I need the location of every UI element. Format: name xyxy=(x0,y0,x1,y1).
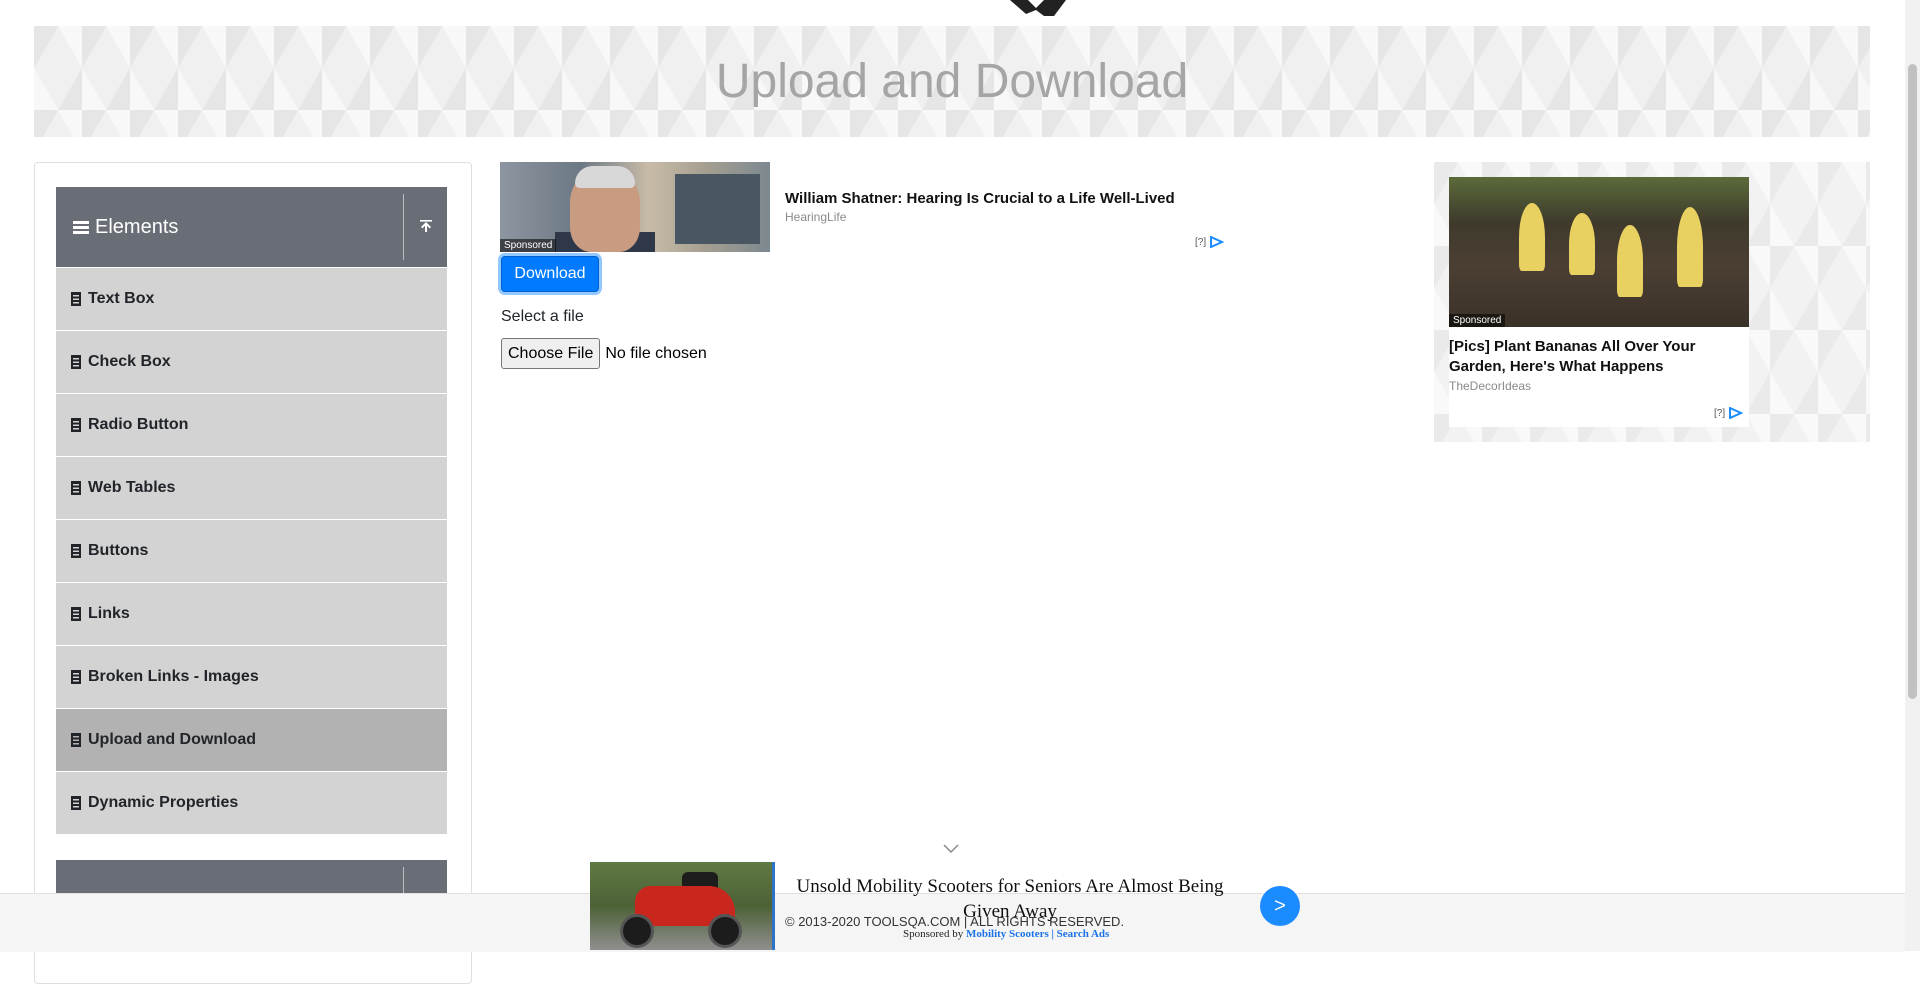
document-icon xyxy=(71,418,81,432)
adchoices-icon xyxy=(1210,236,1225,248)
ad-source[interactable]: HearingLife xyxy=(785,210,846,224)
sponsored-tag: Sponsored xyxy=(1449,314,1506,327)
ad-image[interactable]: Sponsored xyxy=(1449,177,1749,327)
collapse-button[interactable] xyxy=(404,187,447,267)
document-icon xyxy=(71,292,81,306)
ad-image-banana xyxy=(1519,203,1545,271)
sidebar-item-broken-links-images[interactable]: Broken Links - Images xyxy=(56,646,447,709)
sidebar-item-label: Web Tables xyxy=(88,479,176,496)
scrollbar-thumb[interactable] xyxy=(1908,64,1917,699)
document-icon xyxy=(71,544,81,558)
ad-image-banana xyxy=(1617,225,1643,297)
sidebar-item-label: Buttons xyxy=(88,542,149,559)
sidebar-item-label: Radio Button xyxy=(88,416,189,433)
sidebar-item-upload-and-download[interactable]: Upload and Download xyxy=(56,709,447,772)
document-icon xyxy=(71,670,81,684)
document-icon xyxy=(71,796,81,810)
elements-menu: Text Box Check Box Radio Button Web Tabl… xyxy=(56,268,447,835)
ad-image-wheel xyxy=(708,914,742,948)
document-icon xyxy=(71,733,81,747)
sidebar-item-label: Links xyxy=(88,605,130,622)
sponsored-ad-right: Sponsored [Pics] Plant Bananas All Over … xyxy=(1434,162,1870,442)
sponsored-tag: Sponsored xyxy=(500,239,557,252)
sidebar-item-text-box[interactable]: Text Box xyxy=(56,268,447,331)
ad-image[interactable] xyxy=(590,862,775,950)
adchoices-icon xyxy=(1729,407,1744,419)
page-banner: Upload and Download xyxy=(34,26,1870,137)
file-status: No file chosen xyxy=(605,344,707,362)
ad-title[interactable]: [Pics] Plant Bananas All Over Your Garde… xyxy=(1449,337,1749,377)
sidebar-item-label: Upload and Download xyxy=(88,731,256,748)
elements-group-header[interactable]: Elements xyxy=(56,187,447,267)
ad-source[interactable]: TheDecorIdeas xyxy=(1449,379,1531,393)
ad-image-banana xyxy=(1677,207,1703,287)
sidebar-item-buttons[interactable]: Buttons xyxy=(56,520,447,583)
page-title: Upload and Download xyxy=(715,55,1189,108)
sponsored-ad-top[interactable]: Sponsored William Shatner: Hearing Is Cr… xyxy=(500,162,1240,254)
ad-title[interactable]: Unsold Mobility Scooters for Seniors Are… xyxy=(790,874,1230,924)
sponsored-by-line: Sponsored by Mobility Scooters | Search … xyxy=(903,928,1109,940)
sidebar-item-label: Check Box xyxy=(88,353,171,370)
vertical-scrollbar[interactable] xyxy=(1905,0,1920,951)
sidebar-item-links[interactable]: Links xyxy=(56,583,447,646)
hamburger-icon xyxy=(73,221,89,234)
sidebar-item-label: Text Box xyxy=(88,290,155,307)
ad-title[interactable]: William Shatner: Hearing Is Crucial to a… xyxy=(785,190,1175,207)
download-button[interactable]: Download xyxy=(501,256,599,292)
elements-group-title: Elements xyxy=(95,215,179,238)
ad-image-card xyxy=(675,174,760,244)
ad-image-banana xyxy=(1569,213,1595,275)
ad-card[interactable]: Sponsored [Pics] Plant Bananas All Over … xyxy=(1449,177,1749,427)
chevron-down-icon[interactable] xyxy=(943,844,959,854)
ad-image-wheel xyxy=(620,914,654,948)
collapse-arrow-icon xyxy=(419,220,432,232)
sidebar-item-web-tables[interactable]: Web Tables xyxy=(56,457,447,520)
ad-image-hair xyxy=(575,166,635,188)
ad-choices[interactable]: [?] xyxy=(1195,236,1225,248)
sponsor-links[interactable]: Mobility Scooters | Search Ads xyxy=(966,928,1109,940)
document-icon xyxy=(71,355,81,369)
ad-choices-label: [?] xyxy=(1714,407,1726,419)
sidebar-item-label: Broken Links - Images xyxy=(88,668,259,685)
document-icon xyxy=(71,607,81,621)
sidebar-item-check-box[interactable]: Check Box xyxy=(56,331,447,394)
sponsored-by-label: Sponsored by xyxy=(903,928,964,940)
elements-group-toggle[interactable]: Elements xyxy=(56,187,403,267)
sidebar-item-radio-button[interactable]: Radio Button xyxy=(56,394,447,457)
choose-file-button[interactable]: Choose File xyxy=(501,338,601,369)
sidebar-item-label: Dynamic Properties xyxy=(88,794,239,811)
ad-image[interactable]: Sponsored xyxy=(500,162,770,252)
left-panel: Elements Text Box Check Box Radio Button… xyxy=(34,162,472,984)
document-icon xyxy=(71,481,81,495)
file-input[interactable]: Choose File No file chosen xyxy=(501,338,707,369)
ad-next-button[interactable]: > xyxy=(1260,886,1300,926)
logo-fragment-icon xyxy=(1010,0,1066,16)
ad-choices-label: [?] xyxy=(1195,236,1207,248)
ad-choices[interactable]: [?] xyxy=(1714,407,1744,419)
sidebar-item-dynamic-properties[interactable]: Dynamic Properties xyxy=(56,772,447,835)
select-file-label: Select a file xyxy=(501,308,584,325)
